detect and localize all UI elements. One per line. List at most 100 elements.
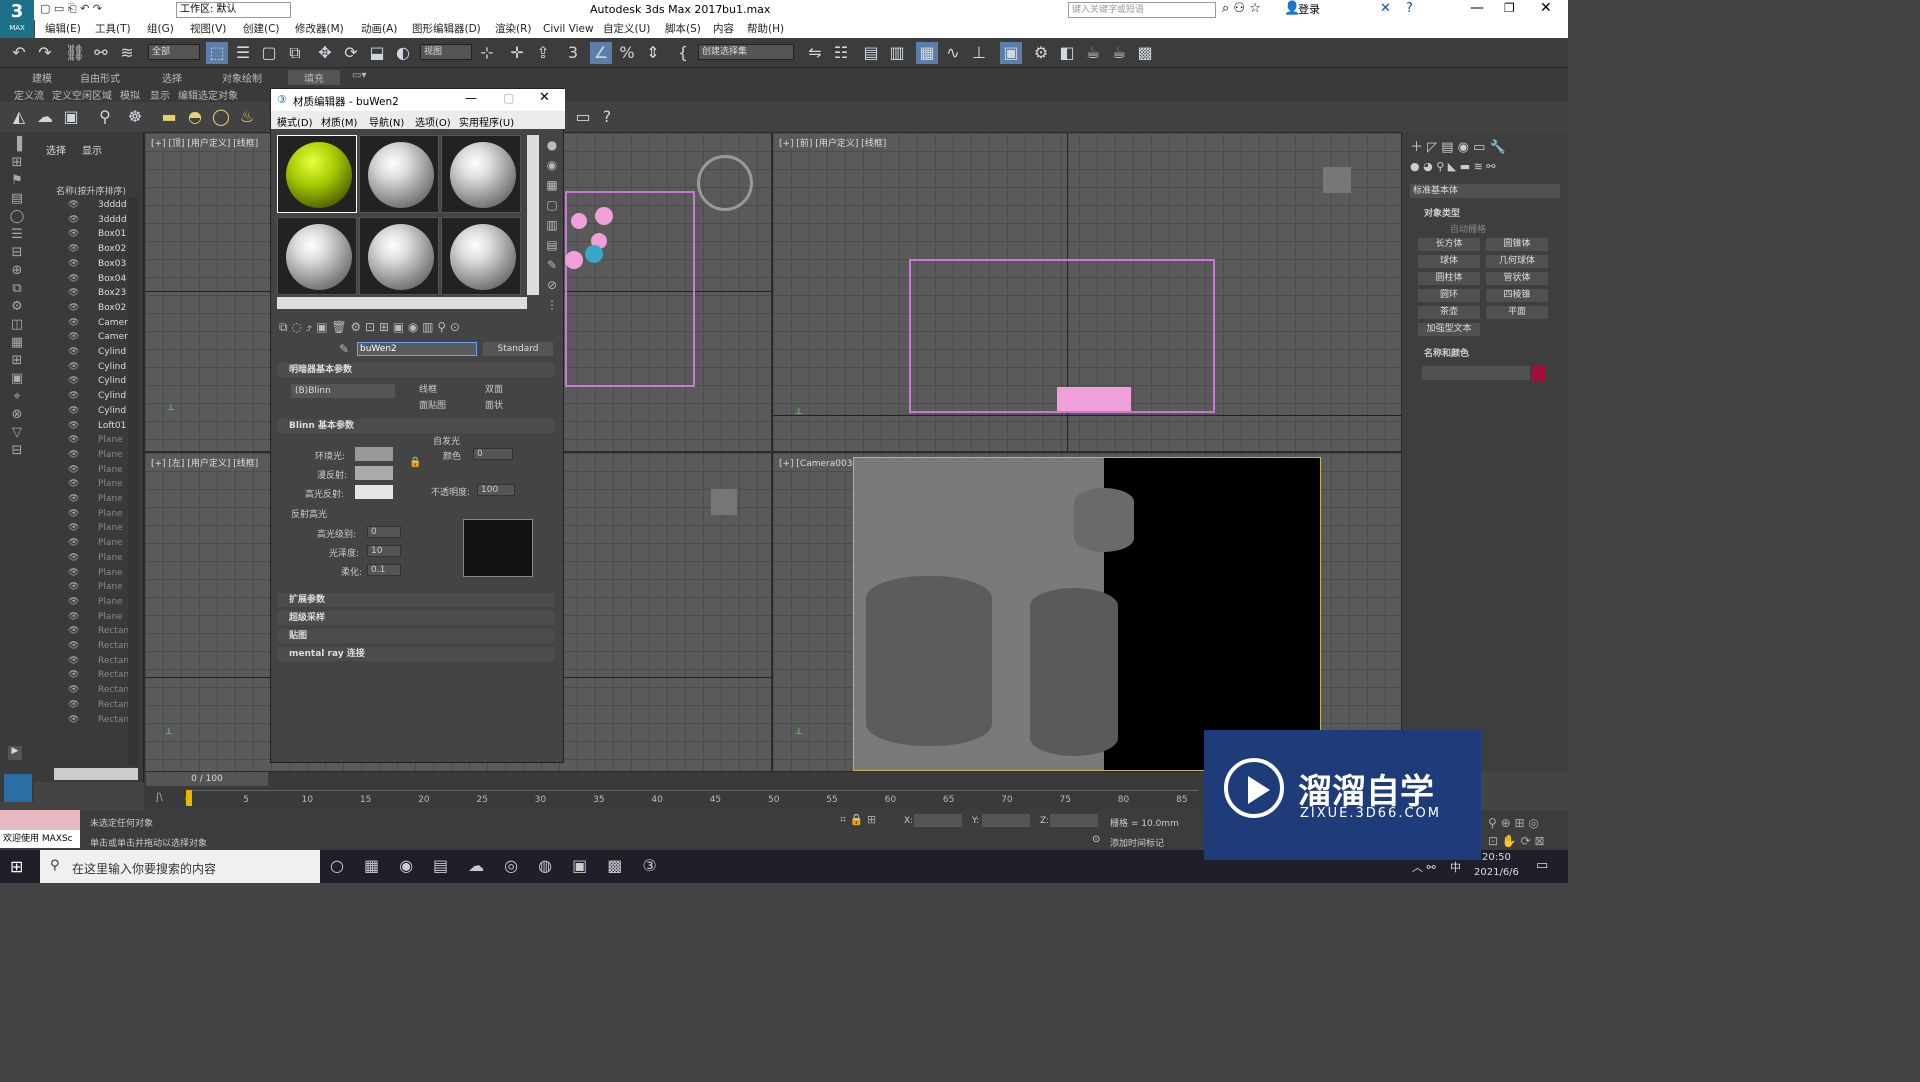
menu-modifiers[interactable]: 修改器(M): [295, 20, 344, 38]
visibility-eye-icon[interactable]: 👁: [68, 374, 79, 388]
scene-list-item[interactable]: 👁 Plane: [54, 477, 138, 491]
menu-tools[interactable]: 工具(T): [95, 20, 131, 38]
tray-icons[interactable]: ︿ ⚯: [1412, 859, 1436, 875]
visibility-eye-icon[interactable]: 👁: [68, 654, 79, 668]
menu-civil-view[interactable]: Civil View: [543, 20, 594, 38]
help-icons[interactable]: ⌕ ⚇ ☆: [1222, 1, 1261, 16]
track-bar-curve-icon[interactable]: ʃ\: [156, 792, 163, 803]
shader-select[interactable]: (B)Blinn: [291, 384, 395, 398]
scene-explorer-tools[interactable]: ▐ ⊞ ⚑ ▤ ◯ ☰ ⊟ ⊕ ⧉ ⚙ ◫ ▦ ⊞ ▣ ⌖ ⊗ ▽ ⊟: [6, 136, 28, 460]
scene-scrollbar[interactable]: [128, 198, 138, 766]
visibility-eye-icon[interactable]: 👁: [68, 389, 79, 403]
maxscript-mini-listener[interactable]: 欢迎使用 MAXSc: [0, 830, 80, 848]
ribbon-simulate[interactable]: 模拟: [120, 87, 140, 102]
restore-icon[interactable]: ❐: [1504, 1, 1515, 15]
help-icon[interactable]: ?: [1406, 1, 1413, 16]
opacity-spinner[interactable]: 100: [477, 484, 515, 496]
lock-icon[interactable]: 🔒: [409, 457, 421, 468]
mat-menu-material[interactable]: 材质(M): [321, 114, 357, 129]
simulate-icon[interactable]: ▣: [60, 106, 82, 128]
ribbon-tab-freeform[interactable]: 自由形式: [80, 70, 120, 85]
clock-time[interactable]: 20:50: [1482, 852, 1511, 863]
menu-scripting[interactable]: 脚本(S): [665, 20, 701, 38]
angle-snap-icon[interactable]: ∠: [590, 42, 612, 64]
link-icon[interactable]: ⛓: [64, 42, 86, 64]
object-name-input[interactable]: [1422, 366, 1530, 380]
visibility-eye-icon[interactable]: 👁: [68, 477, 79, 491]
select-manipulate-icon[interactable]: ✛: [506, 42, 528, 64]
workspace-select[interactable]: 工作区: 默认: [176, 2, 291, 18]
scene-list-item[interactable]: 👁 Box23: [54, 286, 138, 300]
track-bar[interactable]: 0510152025303540455055606570758085: [185, 790, 1198, 810]
display-icon[interactable]: ⚲: [94, 106, 116, 128]
windows-start-icon[interactable]: ⊞: [10, 857, 23, 876]
layer-explorer-icon[interactable]: ▤: [860, 42, 882, 64]
visibility-eye-icon[interactable]: 👁: [68, 316, 79, 330]
menu-rendering[interactable]: 渲染(R): [495, 20, 532, 38]
scene-list-item[interactable]: 👁 Rectan: [54, 624, 138, 638]
named-selection-set[interactable]: 创建选择集: [698, 44, 794, 60]
slots-hscrollbar[interactable]: [277, 297, 527, 309]
extended-params-rollout[interactable]: 扩展参数: [277, 593, 555, 607]
render-iterative-icon[interactable]: ☕: [1108, 42, 1130, 64]
scene-list-item[interactable]: 👁 Box01: [54, 227, 138, 241]
material-type-button[interactable]: Standard: [483, 342, 553, 356]
scene-list-item[interactable]: 👁 Rectan: [54, 698, 138, 712]
visibility-eye-icon[interactable]: 👁: [68, 301, 79, 315]
scene-list-item[interactable]: 👁 Rectan: [54, 668, 138, 682]
play-sidebar-icon[interactable]: ▶: [8, 746, 22, 760]
edit-named-sel-icon[interactable]: {: [672, 42, 694, 64]
menu-customize[interactable]: 自定义(U): [603, 20, 650, 38]
scene-list-item[interactable]: 👁 Plane: [54, 433, 138, 447]
mat-menu-modes[interactable]: 模式(D): [277, 114, 313, 129]
visibility-eye-icon[interactable]: 👁: [68, 345, 79, 359]
textplus-button[interactable]: 加强型文本: [1418, 323, 1480, 336]
render-production-icon[interactable]: ☕: [1082, 42, 1104, 64]
ref-coord-select[interactable]: 视图: [420, 44, 472, 60]
window-crossing-icon[interactable]: ⧉: [284, 42, 306, 64]
material-slot[interactable]: [441, 217, 521, 295]
visibility-eye-icon[interactable]: 👁: [68, 507, 79, 521]
autogrid-checkbox[interactable]: 自动栅格: [1450, 222, 1486, 235]
search-input[interactable]: 键入关键字或短语: [1068, 2, 1216, 18]
scene-list-item[interactable]: 👁 Box02: [54, 301, 138, 315]
soften-spinner[interactable]: 0.1: [367, 564, 401, 576]
ambient-swatch[interactable]: [355, 447, 393, 461]
taskbar-search-box[interactable]: ⚲ 在这里输入你要搜索的内容: [40, 850, 320, 883]
menu-help[interactable]: 帮助(H): [747, 20, 784, 38]
quick-access-icons[interactable]: ▢ ▭ ⎗ ↶ ↷: [40, 2, 170, 18]
scene-list-item[interactable]: 👁 Plane: [54, 551, 138, 565]
visibility-eye-icon[interactable]: 👁: [68, 213, 79, 227]
ribbon-toggle-icon[interactable]: ▦: [916, 42, 938, 64]
mat-menu-utilities[interactable]: 实用程序(U): [459, 114, 514, 129]
visibility-eye-icon[interactable]: 👁: [68, 610, 79, 624]
menu-group[interactable]: 组(G): [147, 20, 174, 38]
snap-icon[interactable]: 3: [562, 42, 584, 64]
visibility-eye-icon[interactable]: 👁: [68, 595, 79, 609]
shader-basic-rollout[interactable]: 明暗器基本参数: [277, 363, 555, 377]
scene-list-item[interactable]: 👁 3dddd: [54, 213, 138, 227]
x-coord-field[interactable]: [914, 814, 962, 827]
supersampling-rollout[interactable]: 超级采样: [277, 611, 555, 625]
clock-date[interactable]: 2021/6/6: [1474, 867, 1519, 878]
menu-content[interactable]: 内容: [713, 20, 734, 38]
time-tag-icon[interactable]: ⊙: [1092, 834, 1100, 845]
viewport-layout-icon[interactable]: [4, 774, 32, 802]
ribbon-display[interactable]: 显示: [150, 87, 170, 102]
time-slider[interactable]: 0 / 100: [146, 772, 268, 786]
scene-list-item[interactable]: 👁 3dddd: [54, 198, 138, 212]
material-slot[interactable]: [277, 217, 357, 295]
scene-list-item[interactable]: 👁 Plane: [54, 610, 138, 624]
menu-animation[interactable]: 动画(A): [361, 20, 397, 38]
diffuse-swatch[interactable]: [355, 466, 393, 480]
render-cloud-icon[interactable]: ▩: [1134, 42, 1156, 64]
viewport-label[interactable]: [+] [前] [用户定义] [线框]: [779, 136, 886, 149]
curve-editor-icon[interactable]: ∿: [942, 42, 964, 64]
visibility-eye-icon[interactable]: 👁: [68, 713, 79, 727]
visibility-eye-icon[interactable]: 👁: [68, 272, 79, 286]
ribbon-define-idle[interactable]: 定义空闲区域: [52, 87, 112, 102]
scene-tab-display[interactable]: 显示: [82, 142, 102, 157]
visibility-eye-icon[interactable]: 👁: [68, 242, 79, 256]
scene-list-item[interactable]: 👁 Rectan: [54, 654, 138, 668]
self-illum-spinner[interactable]: 0: [473, 448, 513, 460]
